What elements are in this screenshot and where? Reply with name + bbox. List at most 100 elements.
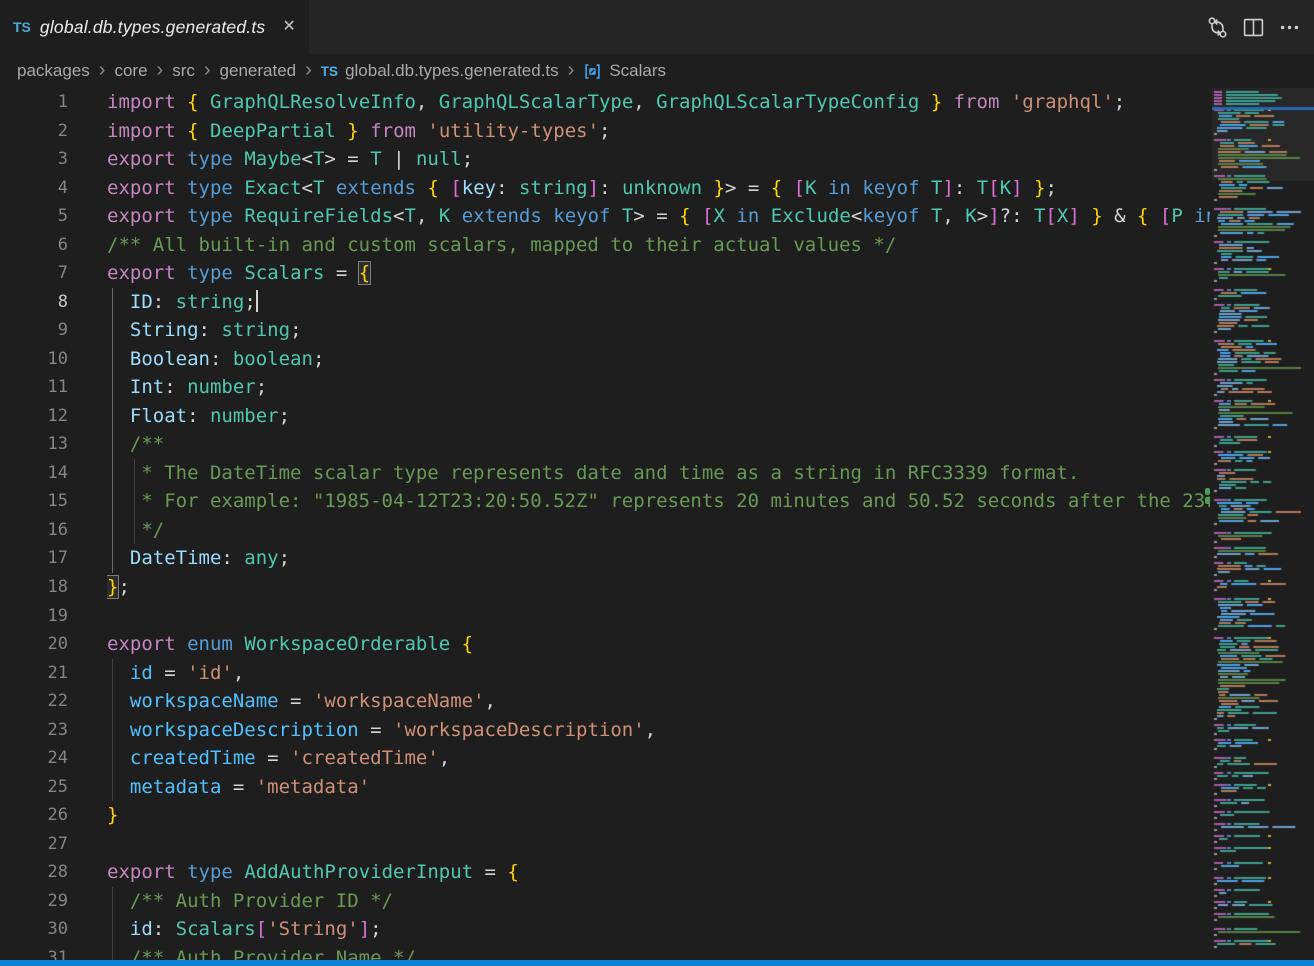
code-line-31[interactable]: /** Auth Provider Name */: [107, 944, 1210, 960]
line-number: 11: [0, 373, 68, 402]
code-content[interactable]: import { GraphQLResolveInfo, GraphQLScal…: [107, 88, 1210, 960]
code-line-17[interactable]: DateTime: any;: [107, 544, 1210, 573]
line-number: 28: [0, 858, 68, 887]
git-change-indicator: [1205, 497, 1210, 504]
code-line-19[interactable]: [107, 602, 1210, 631]
code-line-2[interactable]: import { DeepPartial } from 'utility-typ…: [107, 117, 1210, 146]
code-line-21[interactable]: id = 'id',: [107, 659, 1210, 688]
chevron-right-icon: ›: [99, 60, 106, 80]
chevron-right-icon: ›: [157, 60, 164, 80]
line-number: 22: [0, 687, 68, 716]
breadcrumb-item-global-db-types-generated-ts[interactable]: TS global.db.types.generated.ts: [321, 61, 559, 81]
breadcrumb-item-core[interactable]: core: [114, 61, 147, 81]
breadcrumb-label: src: [172, 61, 195, 81]
breadcrumb-label: core: [114, 61, 147, 81]
line-number: 23: [0, 716, 68, 745]
code-line-10[interactable]: Boolean: boolean;: [107, 345, 1210, 374]
chevron-right-icon: ›: [305, 60, 312, 80]
line-number: 30: [0, 915, 68, 944]
code-line-7[interactable]: export type Scalars = {: [107, 259, 1210, 288]
code-line-20[interactable]: export enum WorkspaceOrderable {: [107, 630, 1210, 659]
close-tab-icon[interactable]: ✕: [282, 19, 295, 35]
code-line-9[interactable]: String: string;: [107, 316, 1210, 345]
line-number: 3: [0, 145, 68, 174]
breadcrumb-label: Scalars: [609, 61, 666, 81]
code-line-11[interactable]: Int: number;: [107, 373, 1210, 402]
chevron-right-icon: ›: [568, 60, 575, 80]
breadcrumb-item-scalars[interactable]: Scalars: [583, 61, 666, 81]
breadcrumb-item-packages[interactable]: packages: [17, 61, 90, 81]
code-line-12[interactable]: Float: number;: [107, 402, 1210, 431]
code-line-16[interactable]: */: [107, 516, 1210, 545]
code-line-30[interactable]: id: Scalars['String'];: [107, 915, 1210, 944]
line-number: 20: [0, 630, 68, 659]
open-changes-icon: [1206, 16, 1229, 39]
indent-guide: [112, 288, 113, 573]
code-line-4[interactable]: export type Exact<T extends { [key: stri…: [107, 174, 1210, 203]
line-number: 29: [0, 887, 68, 916]
code-line-15[interactable]: * For example: "1985-04-12T23:20:50.52Z"…: [107, 487, 1210, 516]
line-number: 26: [0, 801, 68, 830]
code-line-5[interactable]: export type RequireFields<T, K extends k…: [107, 202, 1210, 231]
line-number: 24: [0, 744, 68, 773]
code-line-18[interactable]: };: [107, 573, 1210, 602]
breadcrumb-label: global.db.types.generated.ts: [345, 61, 559, 81]
line-number: 31: [0, 944, 68, 960]
symbol-type-icon: [583, 62, 602, 81]
more-actions-icon: [1278, 16, 1301, 39]
code-line-26[interactable]: }: [107, 801, 1210, 830]
code-line-3[interactable]: export type Maybe<T> = T | null;: [107, 145, 1210, 174]
code-line-8[interactable]: ID: string;: [107, 288, 1210, 317]
tab-label: global.db.types.generated.ts: [40, 17, 265, 38]
line-number: 27: [0, 830, 68, 859]
line-number: 15: [0, 487, 68, 516]
breadcrumb-item-src[interactable]: src: [172, 61, 195, 81]
breadcrumb-label: packages: [17, 61, 90, 81]
line-number: 4: [0, 174, 68, 203]
code-line-25[interactable]: metadata = 'metadata': [107, 773, 1210, 802]
breadcrumb-item-generated[interactable]: generated: [220, 61, 297, 81]
indent-guide: [112, 887, 113, 960]
chevron-right-icon: ›: [204, 60, 211, 80]
code-line-27[interactable]: [107, 830, 1210, 859]
code-line-14[interactable]: * The DateTime scalar type represents da…: [107, 459, 1210, 488]
line-number: 5: [0, 202, 68, 231]
editor-actions: [1202, 0, 1314, 54]
line-number: 12: [0, 402, 68, 431]
code-line-6[interactable]: /** All built-in and custom scalars, map…: [107, 231, 1210, 260]
line-number: 19: [0, 602, 68, 631]
breadcrumb-label: generated: [220, 61, 297, 81]
line-number: 6: [0, 231, 68, 260]
line-number: 7: [0, 259, 68, 288]
minimap[interactable]: [1212, 88, 1314, 960]
line-number: 14: [0, 459, 68, 488]
code-editor: 1234567891011121314151617181920212223242…: [0, 88, 1314, 960]
status-bar-strip: [0, 960, 1314, 966]
line-number: 17: [0, 544, 68, 573]
tab-global-db-types-generated-ts[interactable]: TS global.db.types.generated.ts ✕: [0, 0, 309, 54]
code-line-22[interactable]: workspaceName = 'workspaceName',: [107, 687, 1210, 716]
indent-guide: [112, 659, 113, 802]
line-number: 25: [0, 773, 68, 802]
code-line-28[interactable]: export type AddAuthProviderInput = {: [107, 858, 1210, 887]
code-line-29[interactable]: /** Auth Provider ID */: [107, 887, 1210, 916]
code-line-1[interactable]: import { GraphQLResolveInfo, GraphQLScal…: [107, 88, 1210, 117]
more-actions-button[interactable]: [1274, 12, 1304, 42]
text-cursor: [256, 290, 258, 312]
code-line-24[interactable]: createdTime = 'createdTime',: [107, 744, 1210, 773]
open-changes-button[interactable]: [1202, 12, 1232, 42]
line-number: 13: [0, 430, 68, 459]
code-line-23[interactable]: workspaceDescription = 'workspaceDescrip…: [107, 716, 1210, 745]
vscode-editor-window: TS global.db.types.generated.ts ✕: [0, 0, 1314, 966]
git-change-indicator: [1205, 488, 1210, 495]
code-line-13[interactable]: /**: [107, 430, 1210, 459]
line-number: 2: [0, 117, 68, 146]
typescript-file-icon: TS: [321, 64, 338, 79]
breadcrumb: packages › core › src › generated › TS global.db.…: [0, 54, 1314, 88]
line-number: 16: [0, 516, 68, 545]
line-number: 8: [0, 288, 68, 317]
line-number: 21: [0, 659, 68, 688]
split-editor-button[interactable]: [1238, 12, 1268, 42]
typescript-file-icon: TS: [13, 19, 31, 35]
line-number: 1: [0, 88, 68, 117]
